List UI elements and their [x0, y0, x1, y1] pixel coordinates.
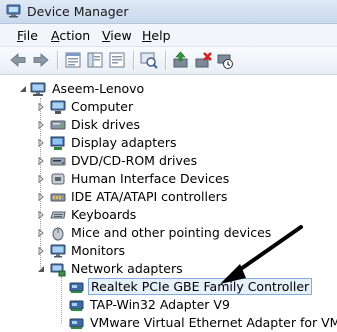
device-tree[interactable]: Aseem-Lenovo Computer Disk drives Displa… [0, 75, 337, 332]
dvd-drive-icon [50, 153, 66, 169]
tree-label: TAP-Win32 Adapter V9 [90, 297, 230, 312]
toolbar-separator [165, 51, 166, 70]
tree-label: Mice and other pointing devices [71, 225, 272, 240]
menu-bar: File Action View Help [0, 24, 337, 47]
toolbar-separator [133, 51, 134, 70]
menu-help[interactable]: Help [142, 28, 171, 43]
chevron-right-icon[interactable] [37, 247, 45, 255]
tree-node-monitors[interactable]: Monitors [0, 242, 337, 260]
tree-label: Monitors [71, 243, 126, 258]
window-title: Device Manager [27, 4, 129, 19]
menu-file[interactable]: File [17, 28, 38, 43]
disk-drive-icon [50, 117, 66, 133]
tree-label: Keyboards [71, 207, 137, 222]
tree-label: Network adapters [71, 261, 183, 276]
chevron-down-icon[interactable] [37, 265, 45, 273]
tree-node-realtek-controller[interactable]: Realtek PCIe GBE Family Controller [0, 278, 337, 296]
tree-label: IDE ATA/ATAPI controllers [71, 189, 228, 204]
tree-node-tap-win32-adapter[interactable]: TAP-Win32 Adapter V9 [0, 296, 337, 314]
hid-icon [50, 171, 66, 187]
chevron-right-icon[interactable] [37, 157, 45, 165]
device-manager-app-icon [6, 4, 21, 18]
ide-controller-icon [50, 189, 66, 205]
tree-node-dvd-cd-rom-drives[interactable]: DVD/CD-ROM drives [0, 152, 337, 170]
chevron-right-icon[interactable] [37, 175, 45, 183]
tree-label: Aseem-Lenovo [52, 81, 145, 96]
tree-label: DVD/CD-ROM drives [71, 153, 198, 168]
chevron-right-icon[interactable] [37, 121, 45, 129]
tree-node-vmware-adapter[interactable]: VMware Virtual Ethernet Adapter for VMne… [0, 314, 337, 332]
tree-node-network-adapters[interactable]: Network adapters [0, 260, 337, 278]
tree-node-keyboards[interactable]: Keyboards [0, 206, 337, 224]
chevron-down-icon[interactable] [19, 85, 27, 93]
chevron-right-icon[interactable] [37, 103, 45, 111]
network-adapter-icon [50, 261, 66, 277]
tree-label: Realtek PCIe GBE Family Controller [88, 278, 313, 295]
display-adapter-icon [50, 135, 66, 151]
keyboard-icon [50, 207, 66, 223]
back-button[interactable] [8, 50, 28, 70]
uninstall-icon [195, 52, 212, 68]
tree-label: Display adapters [71, 135, 177, 150]
network-card-icon [69, 315, 85, 331]
chevron-right-icon[interactable] [37, 139, 45, 147]
tree-label: Human Interface Devices [71, 171, 230, 186]
update-driver-icon [173, 51, 188, 68]
properties-icon [65, 52, 81, 68]
tree-node-display-adapters[interactable]: Display adapters [0, 134, 337, 152]
computer-icon [50, 99, 66, 115]
toolbar-separator [57, 51, 58, 70]
device-manager-window: Device Manager File Action View Help Ase… [0, 0, 337, 332]
tree-label: Disk drives [71, 117, 140, 132]
update-driver-button[interactable] [171, 50, 191, 70]
help-icon [109, 52, 125, 68]
tree-label: VMware Virtual Ethernet Adapter for VMne… [90, 315, 337, 330]
back-arrow-icon [10, 53, 26, 67]
menu-action[interactable]: Action [51, 28, 90, 43]
chevron-right-icon[interactable] [37, 193, 45, 201]
scan-hardware-icon [140, 52, 158, 69]
chevron-right-icon[interactable] [37, 211, 45, 219]
chevron-right-icon[interactable] [37, 229, 45, 237]
tree-node-ide-ata-atapi-controllers[interactable]: IDE ATA/ATAPI controllers [0, 188, 337, 206]
network-card-icon [69, 297, 85, 313]
tree-label: Computer [71, 99, 134, 114]
properties-button[interactable] [63, 50, 83, 70]
tree-node-computer[interactable]: Computer [0, 98, 337, 116]
scan-hardware-button[interactable] [139, 50, 159, 70]
tree-node-disk-drives[interactable]: Disk drives [0, 116, 337, 134]
menu-view[interactable]: View [102, 28, 132, 43]
computer-icon [30, 81, 46, 97]
forward-button[interactable] [31, 50, 51, 70]
tree-node-human-interface-devices[interactable]: Human Interface Devices [0, 170, 337, 188]
tree-node-root[interactable]: Aseem-Lenovo [0, 80, 337, 98]
network-card-icon [69, 279, 85, 295]
toolbar [0, 47, 337, 75]
monitor-icon [50, 243, 66, 259]
help-button[interactable] [107, 50, 127, 70]
tree-node-mice[interactable]: Mice and other pointing devices [0, 224, 337, 242]
uninstall-button[interactable] [193, 50, 213, 70]
disable-icon [217, 54, 233, 69]
title-bar[interactable]: Device Manager [0, 0, 337, 24]
forward-arrow-icon [33, 53, 49, 67]
disable-button[interactable] [215, 50, 235, 70]
mouse-icon [50, 225, 66, 241]
console-tree-button[interactable] [85, 50, 105, 70]
console-tree-icon [87, 52, 103, 68]
